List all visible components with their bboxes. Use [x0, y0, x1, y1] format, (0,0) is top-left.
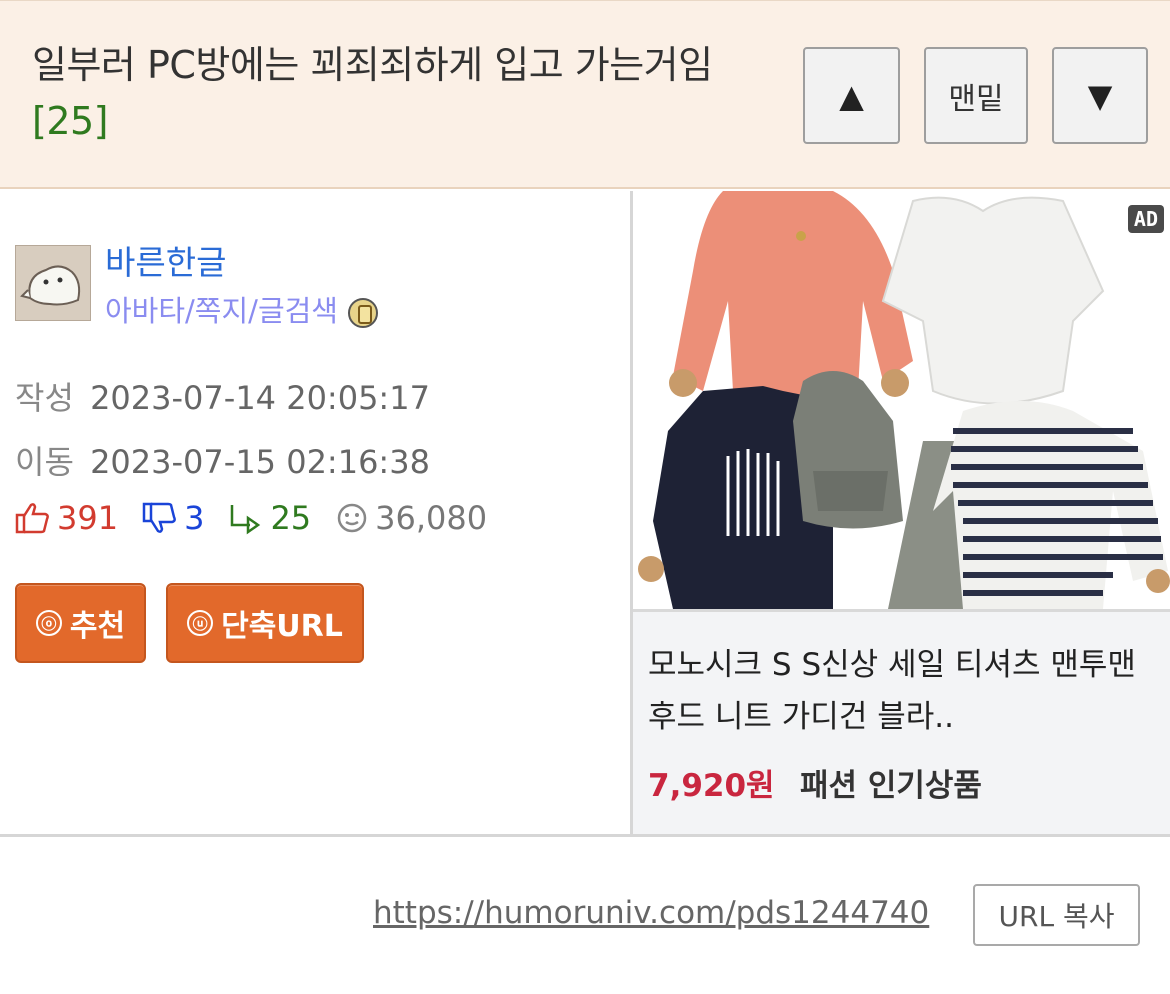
- moved-label: 이동: [15, 443, 74, 481]
- section-divider: [0, 834, 1170, 837]
- scroll-bottom-button[interactable]: 맨밑: [924, 47, 1028, 144]
- author-links: 아바타/쪽지/글검색: [105, 288, 378, 330]
- created-date: 작성 2023-07-14 20:05:17: [15, 373, 430, 419]
- short-url-icon: ⓤ: [187, 610, 214, 636]
- post-url-link[interactable]: https://humoruniv.com/pds1244740: [373, 895, 929, 931]
- author-links-text[interactable]: 아바타/쪽지/글검색: [105, 288, 338, 330]
- author-name[interactable]: 바른한글: [105, 236, 226, 284]
- ad-price: 7,920원: [648, 768, 775, 804]
- moved-value: 2023-07-15 02:16:38: [90, 443, 430, 481]
- dislike-count: 3: [184, 499, 205, 537]
- post-title: 일부러 PC방에는 꾀죄죄하게 입고 가는거임 [25]: [32, 37, 752, 149]
- dislike-stat: 3: [142, 499, 204, 537]
- post-header: 일부러 PC방에는 꾀죄죄하게 입고 가는거임 [25] ▲ 맨밑 ▼: [0, 0, 1170, 189]
- reply-stat: 25: [228, 499, 311, 537]
- ad-product-image[interactable]: AD: [633, 191, 1170, 609]
- post-title-text: 일부러 PC방에는 꾀죄죄하게 입고 가는거임: [32, 43, 713, 87]
- ad-title[interactable]: 모노시크 S S신상 세일 티셔츠 맨투맨 후드 니트 가디건 블라..: [648, 639, 1168, 743]
- post-stats: 391 3 25 36,080: [15, 499, 511, 537]
- avatar-ghost-icon: [16, 246, 90, 320]
- recommend-label: 추천: [69, 609, 126, 644]
- recommend-button[interactable]: ⓞ 추천: [15, 583, 146, 663]
- reply-arrow-icon: [231, 505, 261, 535]
- clothing-image: [633, 191, 1170, 609]
- created-label: 작성: [15, 379, 74, 417]
- ad-panel[interactable]: AD 모노시크 S S신상 세일 티셔츠 맨투맨 후드 니트 가디건 블라.. …: [633, 191, 1170, 834]
- like-stat: 391: [15, 499, 118, 537]
- ad-category: 패션 인기상품: [800, 768, 982, 804]
- avatar[interactable]: [15, 245, 91, 321]
- view-count: 36,080: [375, 499, 488, 537]
- thumbs-up-icon: [15, 503, 49, 534]
- scroll-down-button[interactable]: ▼: [1052, 47, 1148, 144]
- smiley-view-icon: [337, 503, 367, 533]
- like-count: 391: [57, 499, 119, 537]
- recommend-icon: ⓞ: [35, 610, 62, 636]
- short-url-label: 단축URL: [221, 609, 343, 644]
- thumbs-down-icon: [142, 502, 176, 533]
- copy-url-button[interactable]: URL 복사: [973, 884, 1140, 946]
- created-value: 2023-07-14 20:05:17: [90, 379, 430, 417]
- scroll-up-button[interactable]: ▲: [803, 47, 900, 144]
- ad-badge: AD: [1127, 205, 1164, 233]
- short-url-button[interactable]: ⓤ 단축URL: [166, 583, 364, 663]
- reply-count: 25: [270, 499, 312, 537]
- view-stat: 36,080: [335, 499, 487, 537]
- medal-badge-icon: [347, 298, 378, 328]
- comment-count[interactable]: [25]: [32, 99, 109, 143]
- moved-date: 이동 2023-07-15 02:16:38: [15, 437, 430, 483]
- ad-separator: [633, 609, 1170, 612]
